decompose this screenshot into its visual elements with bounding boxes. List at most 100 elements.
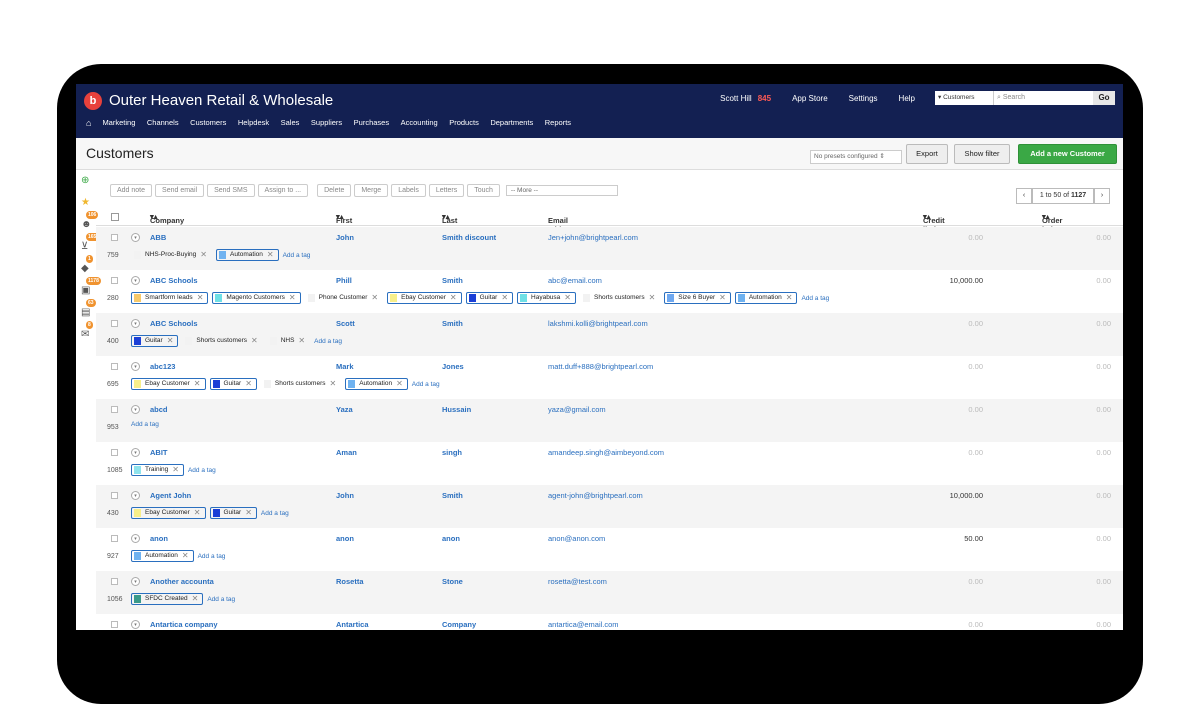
row-expand-icon[interactable]: ▾: [131, 319, 140, 328]
remove-tag-icon[interactable]: ✕: [194, 508, 201, 518]
row-checkbox[interactable]: [111, 320, 118, 327]
row-expand-icon[interactable]: ▾: [131, 491, 140, 500]
row-expand-icon[interactable]: ▾: [131, 448, 140, 457]
sidebar-add[interactable]: ⊕: [76, 170, 96, 192]
email-link[interactable]: anon@anon.com: [548, 534, 605, 543]
row-expand-icon[interactable]: ▾: [131, 405, 140, 414]
tag-chip[interactable]: Ebay Customer ✕: [131, 507, 206, 519]
add-tag-link[interactable]: Add a tag: [412, 381, 440, 388]
first-name-link[interactable]: John: [336, 491, 354, 500]
tag-chip[interactable]: Automation ✕: [734, 292, 798, 304]
tag-chip[interactable]: Ebay Customer ✕: [131, 378, 206, 390]
email-link[interactable]: amandeep.singh@aimbeyond.com: [548, 448, 664, 457]
company-link[interactable]: ABC Schools: [150, 319, 198, 328]
user-menu[interactable]: Scott Hill 845: [720, 94, 771, 103]
menu-item-products[interactable]: Products: [449, 118, 479, 128]
last-name-link[interactable]: Smith discount: [442, 233, 496, 242]
tag-chip[interactable]: Guitar ✕: [209, 507, 257, 519]
remove-tag-icon[interactable]: ✕: [245, 379, 252, 389]
add-tag-link[interactable]: Add a tag: [207, 596, 235, 603]
export-button[interactable]: Export: [906, 144, 948, 164]
first-name-link[interactable]: Phill: [336, 276, 352, 285]
remove-tag-icon[interactable]: ✕: [167, 336, 174, 346]
add-tag-link[interactable]: Add a tag: [261, 510, 289, 517]
email-link[interactable]: Jen+john@brightpearl.com: [548, 233, 638, 242]
table-row[interactable]: ▾ abc123 Mark Jones matt.duff+888@brightpear…: [96, 356, 1123, 399]
tag-chip[interactable]: Phone Customer ✕: [305, 292, 383, 304]
add-note-button[interactable]: Add note: [110, 184, 153, 197]
row-checkbox[interactable]: [111, 449, 118, 456]
table-row[interactable]: ▾ Another accounta Rosetta Stone rosetta@tes…: [96, 571, 1123, 614]
menu-item-marketing[interactable]: Marketing: [102, 118, 135, 128]
letters-button[interactable]: Letters: [428, 184, 465, 197]
search-scope-select[interactable]: ▾ Customers: [935, 91, 993, 105]
row-expand-icon[interactable]: ▾: [131, 233, 140, 242]
tag-chip[interactable]: Shorts customers ✕: [261, 378, 341, 390]
remove-tag-icon[interactable]: ✕: [501, 293, 508, 303]
row-checkbox[interactable]: [111, 234, 118, 241]
menu-item-accounting[interactable]: Accounting: [401, 118, 438, 128]
company-link[interactable]: ABIT: [150, 448, 168, 457]
remove-tag-icon[interactable]: ✕: [172, 465, 179, 475]
menu-item-purchases[interactable]: Purchases: [354, 118, 389, 128]
remove-tag-icon[interactable]: ✕: [267, 250, 274, 260]
row-expand-icon[interactable]: ▾: [131, 362, 140, 371]
table-row[interactable]: ▾ ABB John Smith discount Jen+john@brightpea…: [96, 227, 1123, 270]
row-expand-icon[interactable]: ▾: [131, 276, 140, 285]
tag-chip[interactable]: Automation ✕: [216, 249, 279, 261]
last-name-link[interactable]: Company: [442, 620, 476, 629]
remove-tag-icon[interactable]: ✕: [329, 379, 336, 389]
email-link[interactable]: matt.duff+888@brightpearl.com: [548, 362, 653, 371]
last-name-link[interactable]: Jones: [442, 362, 464, 371]
remove-tag-icon[interactable]: ✕: [786, 293, 793, 303]
company-link[interactable]: abc123: [150, 362, 175, 371]
add-tag-link[interactable]: Add a tag: [131, 421, 159, 428]
first-name-link[interactable]: Rosetta: [336, 577, 364, 586]
last-name-link[interactable]: Smith: [442, 276, 463, 285]
company-link[interactable]: Another accounta: [150, 577, 214, 586]
table-row[interactable]: ▾ Antartica company Antartica Company antart…: [96, 614, 1123, 630]
col-last-name[interactable]: Last name ▾▴: [442, 212, 462, 234]
settings-link[interactable]: Settings: [849, 94, 878, 103]
presets-select[interactable]: No presets configured ⇕: [810, 150, 902, 164]
row-expand-icon[interactable]: ▾: [131, 534, 140, 543]
merge-button[interactable]: Merge: [354, 184, 389, 197]
company-link[interactable]: Antartica company: [150, 620, 218, 629]
first-name-link[interactable]: Scott: [336, 319, 355, 328]
row-expand-icon[interactable]: ▾: [131, 620, 140, 629]
last-name-link[interactable]: Hussain: [442, 405, 471, 414]
remove-tag-icon[interactable]: ✕: [298, 336, 305, 346]
remove-tag-icon[interactable]: ✕: [649, 293, 656, 303]
tag-chip[interactable]: NHS-Proc-Buying ✕: [131, 249, 212, 261]
col-credit-limit[interactable]: Credit limit ▾▴: [923, 212, 945, 234]
tag-chip[interactable]: NHS ✕: [267, 335, 310, 347]
table-row[interactable]: ▾ abcd Yaza Hussain yaza@gmail.com 0.00 0.00 95…: [96, 399, 1123, 442]
first-name-link[interactable]: John: [336, 233, 354, 242]
remove-tag-icon[interactable]: ✕: [396, 379, 403, 389]
tag-chip[interactable]: Guitar ✕: [465, 292, 514, 304]
send-email-button[interactable]: Send email: [155, 184, 205, 197]
tag-chip[interactable]: Shorts customers ✕: [580, 292, 660, 304]
menu-item-channels[interactable]: Channels: [147, 118, 179, 128]
brand-logo-icon[interactable]: b: [84, 92, 102, 110]
table-row[interactable]: ▾ ABC Schools Phill Smith abc@email.com 10,00…: [96, 270, 1123, 313]
email-link[interactable]: rosetta@test.com: [548, 577, 607, 586]
row-checkbox[interactable]: [111, 363, 118, 370]
table-row[interactable]: ▾ ABIT Aman singh amandeep.singh@aimbeyond.c…: [96, 442, 1123, 485]
remove-tag-icon[interactable]: ✕: [182, 551, 189, 561]
col-first-name[interactable]: First name ▾▴: [336, 212, 356, 234]
last-name-link[interactable]: anon: [442, 534, 460, 543]
next-page-button[interactable]: ›: [1094, 188, 1110, 204]
menu-item-departments[interactable]: Departments: [490, 118, 533, 128]
row-checkbox[interactable]: [111, 277, 118, 284]
tag-chip[interactable]: Ebay Customer ✕: [387, 292, 462, 304]
last-name-link[interactable]: Smith: [442, 319, 463, 328]
search-input[interactable]: ⌕ Search: [993, 91, 1093, 105]
menu-item-helpdesk[interactable]: Helpdesk: [238, 118, 269, 128]
last-name-link[interactable]: singh: [442, 448, 462, 457]
add-tag-link[interactable]: Add a tag: [314, 338, 342, 345]
add-tag-link[interactable]: Add a tag: [801, 295, 829, 302]
send-sms-button[interactable]: Send SMS: [207, 184, 255, 197]
email-link[interactable]: yaza@gmail.com: [548, 405, 606, 414]
row-checkbox[interactable]: [111, 578, 118, 585]
